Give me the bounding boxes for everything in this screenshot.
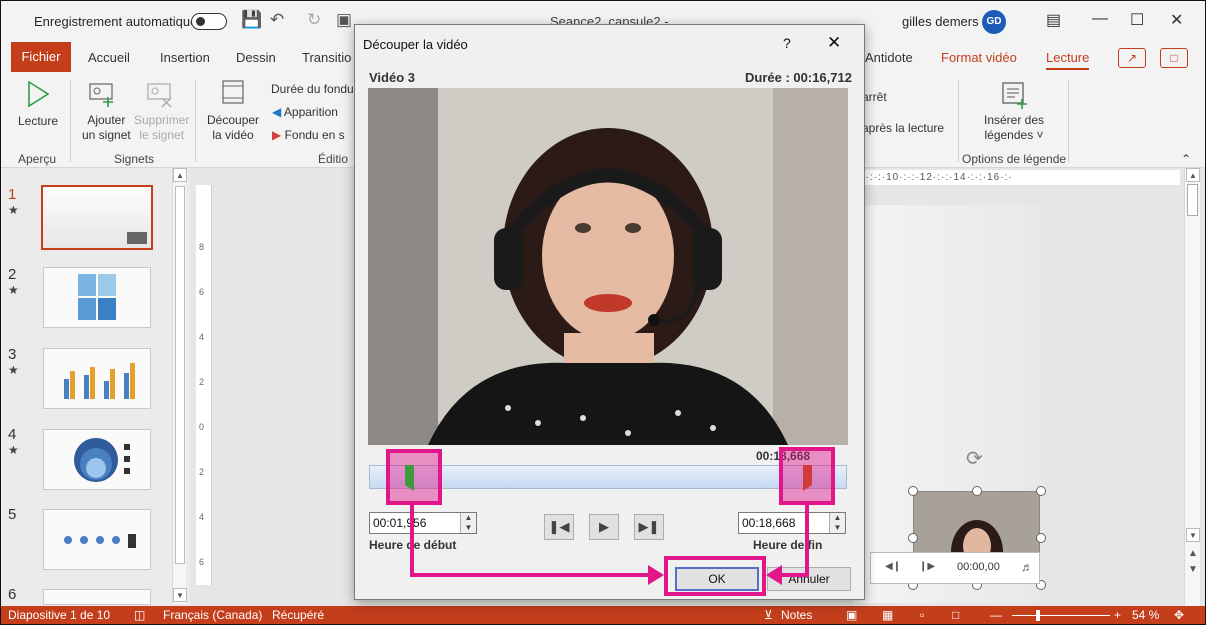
screenshot-frame [0, 0, 1206, 625]
